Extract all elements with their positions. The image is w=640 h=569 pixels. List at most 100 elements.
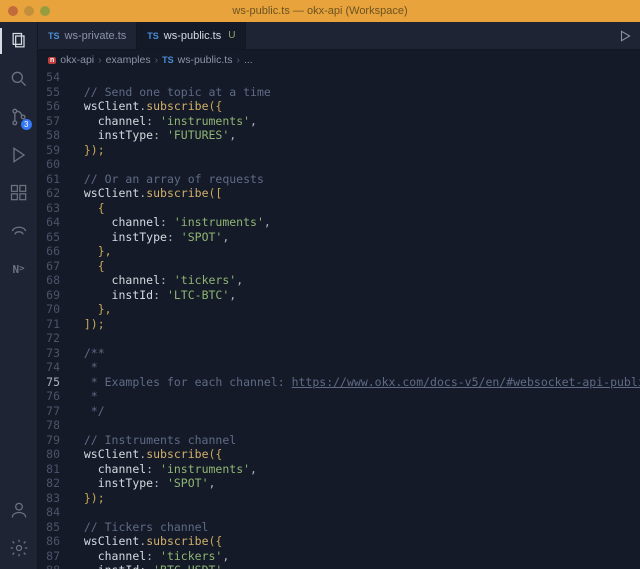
line-number: 57 (38, 114, 70, 129)
line-content (70, 418, 640, 433)
code-line[interactable]: 62 wsClient.subscribe([ (38, 186, 640, 201)
line-content: * Examples for each channel: https://www… (70, 375, 640, 390)
chevron-right-icon: › (236, 54, 240, 66)
tab-label: ws-private.ts (65, 30, 127, 42)
code-line[interactable]: 84 (38, 505, 640, 520)
line-number: 67 (38, 259, 70, 274)
search-icon[interactable] (8, 68, 30, 90)
code-line[interactable]: 61 // Or an array of requests (38, 172, 640, 187)
code-line[interactable]: 72 (38, 331, 640, 346)
code-line[interactable]: 70 }, (38, 302, 640, 317)
code-editor[interactable]: 5455 // Send one topic at a time56 wsCli… (38, 70, 640, 569)
typescript-icon: TS (48, 31, 60, 41)
line-number: 83 (38, 491, 70, 506)
line-content (70, 157, 640, 172)
code-line[interactable]: 78 (38, 418, 640, 433)
line-number: 59 (38, 143, 70, 158)
code-line[interactable]: 60 (38, 157, 640, 172)
code-line[interactable]: 64 channel: 'instruments', (38, 215, 640, 230)
code-line[interactable]: 69 instId: 'LTC-BTC', (38, 288, 640, 303)
code-line[interactable]: 54 (38, 70, 640, 85)
line-content: wsClient.subscribe({ (70, 534, 640, 549)
code-line[interactable]: 57 channel: 'instruments', (38, 114, 640, 129)
git-status-untracked: U (228, 30, 235, 41)
line-number: 66 (38, 244, 70, 259)
source-control-icon[interactable]: 3 (8, 106, 30, 128)
line-content: // Or an array of requests (70, 172, 640, 187)
code-line[interactable]: 77 */ (38, 404, 640, 419)
code-line[interactable]: 73 /** (38, 346, 640, 361)
run-file-icon[interactable] (618, 29, 632, 43)
breadcrumb-segment[interactable]: examples (106, 54, 151, 66)
line-content (70, 70, 640, 85)
line-content (70, 331, 640, 346)
line-number: 77 (38, 404, 70, 419)
code-line[interactable]: 81 channel: 'instruments', (38, 462, 640, 477)
settings-gear-icon[interactable] (8, 537, 30, 559)
window-titlebar: ws-public.ts — okx-api (Workspace) (0, 0, 640, 22)
code-line[interactable]: 58 instType: 'FUTURES', (38, 128, 640, 143)
code-line[interactable]: 66 }, (38, 244, 640, 259)
line-number: 86 (38, 534, 70, 549)
line-content: */ (70, 404, 640, 419)
line-number: 78 (38, 418, 70, 433)
code-line[interactable]: 55 // Send one topic at a time (38, 85, 640, 100)
code-line[interactable]: 65 instType: 'SPOT', (38, 230, 640, 245)
close-window-button[interactable] (8, 6, 18, 16)
code-line[interactable]: 80 wsClient.subscribe({ (38, 447, 640, 462)
scm-badge: 3 (21, 119, 31, 130)
code-line[interactable]: 87 channel: 'tickers', (38, 549, 640, 564)
remote-icon[interactable] (8, 220, 30, 242)
code-line[interactable]: 83 }); (38, 491, 640, 506)
code-line[interactable]: 59 }); (38, 143, 640, 158)
code-line[interactable]: 74 * (38, 360, 640, 375)
line-number: 87 (38, 549, 70, 564)
line-number: 72 (38, 331, 70, 346)
code-line[interactable]: 75 * Examples for each channel: https://… (38, 375, 640, 390)
line-content: ]); (70, 317, 640, 332)
line-content: channel: 'instruments', (70, 114, 640, 129)
tab-ws-public[interactable]: TS ws-public.ts U (137, 22, 246, 49)
breadcrumbs[interactable]: n okx-api › examples › TS ws-public.ts ›… (38, 50, 640, 70)
activity-bar: 3 N> (0, 22, 38, 569)
line-content: // Instruments channel (70, 433, 640, 448)
minimize-window-button[interactable] (24, 6, 34, 16)
code-line[interactable]: 68 channel: 'tickers', (38, 273, 640, 288)
code-line[interactable]: 63 { (38, 201, 640, 216)
code-line[interactable]: 88 instId: 'BTC-USDT', (38, 563, 640, 569)
breadcrumb-segment[interactable]: okx-api (60, 54, 94, 66)
tab-ws-private[interactable]: TS ws-private.ts (38, 22, 137, 49)
code-line[interactable]: 76 * (38, 389, 640, 404)
breadcrumb-segment[interactable]: ws-public.ts (178, 54, 233, 66)
run-debug-icon[interactable] (8, 144, 30, 166)
code-line[interactable]: 79 // Instruments channel (38, 433, 640, 448)
line-number: 55 (38, 85, 70, 100)
code-line[interactable]: 85 // Tickers channel (38, 520, 640, 535)
line-number: 61 (38, 172, 70, 187)
line-number: 84 (38, 505, 70, 520)
code-line[interactable]: 56 wsClient.subscribe({ (38, 99, 640, 114)
breadcrumb-segment[interactable]: ... (244, 54, 253, 66)
line-content: { (70, 259, 640, 274)
line-number: 76 (38, 389, 70, 404)
tab-label: ws-public.ts (164, 30, 221, 42)
nx-icon[interactable]: N> (8, 258, 30, 280)
line-content: { (70, 201, 640, 216)
line-content: instType: 'SPOT', (70, 476, 640, 491)
line-content: * (70, 389, 640, 404)
code-line[interactable]: 82 instType: 'SPOT', (38, 476, 640, 491)
line-number: 79 (38, 433, 70, 448)
line-content: instType: 'FUTURES', (70, 128, 640, 143)
code-line[interactable]: 86 wsClient.subscribe({ (38, 534, 640, 549)
explorer-icon[interactable] (8, 30, 30, 52)
code-line[interactable]: 67 { (38, 259, 640, 274)
maximize-window-button[interactable] (40, 6, 50, 16)
accounts-icon[interactable] (8, 499, 30, 521)
line-content: instId: 'BTC-USDT', (70, 563, 640, 569)
extensions-icon[interactable] (8, 182, 30, 204)
line-number: 81 (38, 462, 70, 477)
line-content: }); (70, 491, 640, 506)
line-number: 54 (38, 70, 70, 85)
code-line[interactable]: 71 ]); (38, 317, 640, 332)
line-content: }); (70, 143, 640, 158)
